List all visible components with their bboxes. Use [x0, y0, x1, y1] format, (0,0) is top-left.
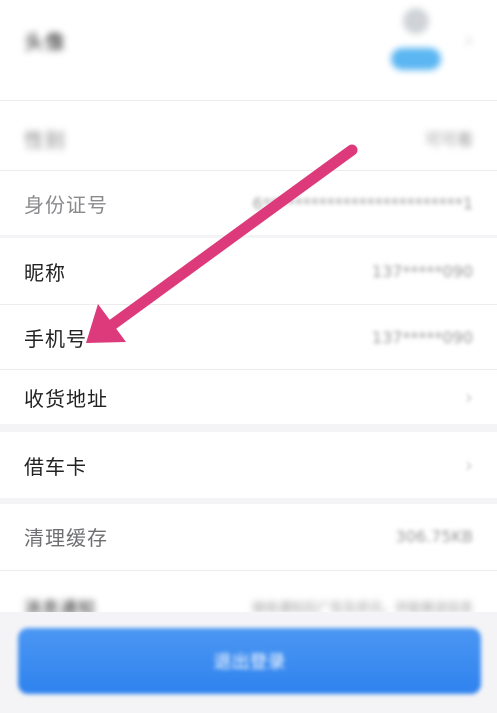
avatar-label: 头像 — [24, 29, 66, 54]
chevron-right-icon: › — [465, 453, 473, 477]
phone-row[interactable]: 手机号 137*****090 — [0, 305, 497, 369]
card-group: 借车卡 › — [0, 432, 497, 498]
bike-card-label: 借车卡 — [24, 454, 87, 479]
chevron-right-icon: › — [465, 385, 473, 409]
nickname-label: 昵称 — [24, 260, 66, 285]
clear-cache-row[interactable]: 清理缓存 306.75KB — [0, 504, 497, 568]
avatar[interactable] — [391, 8, 441, 72]
address-label: 收货地址 — [24, 386, 108, 411]
nickname-value: 137*****090 — [371, 261, 473, 281]
bike-card-row[interactable]: 借车卡 › — [0, 432, 497, 498]
phone-label: 手机号 — [24, 326, 87, 351]
phone-value: 137*****090 — [371, 327, 473, 347]
gender-value: 可可看 — [424, 130, 473, 149]
profile-settings-screen: 头像 › 性别 可可看 身份证号 6**********************… — [0, 0, 497, 713]
cache-size-value: 306.75KB — [395, 526, 473, 546]
id-number-label: 身份证号 — [24, 192, 108, 217]
account-info-group: 头像 › 性别 可可看 身份证号 6**********************… — [0, 0, 497, 235]
address-row[interactable]: 收货地址 › — [0, 370, 497, 424]
nickname-row[interactable]: 昵称 137*****090 — [0, 238, 497, 304]
id-number-value: 6*************************1 — [252, 193, 473, 213]
clear-cache-label: 清理缓存 — [24, 525, 108, 550]
gender-label: 性别 — [24, 127, 66, 152]
logout-button[interactable]: 退出登录 — [18, 628, 481, 694]
gender-row[interactable]: 性别 可可看 — [0, 108, 497, 168]
id-number-row[interactable]: 身份证号 6*************************1 — [0, 172, 497, 234]
chevron-right-icon: › — [465, 28, 473, 52]
contact-group: 昵称 137*****090 手机号 137*****090 收货地址 › — [0, 238, 497, 424]
logout-area: 退出登录 — [0, 612, 497, 713]
